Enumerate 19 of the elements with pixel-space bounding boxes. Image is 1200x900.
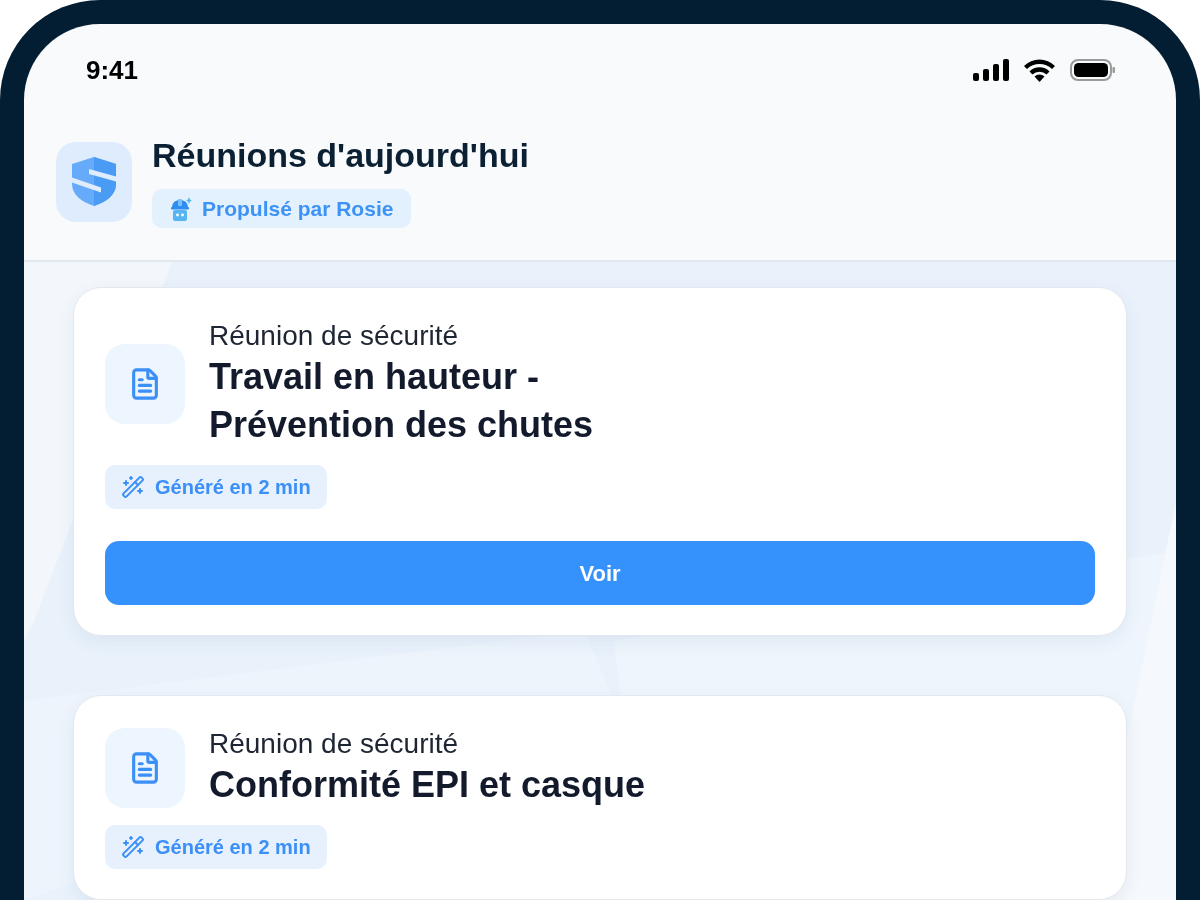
meeting-category: Réunion de sécurité [209,727,460,761]
view-button[interactable]: Voir [105,541,1095,605]
meeting-title: Travail en hauteur - Prévention des chutes [209,355,595,447]
signal-icon [973,59,1009,81]
meeting-title: Conformité EPI et casque [209,763,646,807]
battery-icon [1070,59,1115,81]
page-title: Réunions d'aujourd'hui [152,135,529,175]
powered-by-text: Propulsé par Rosie [202,195,394,222]
document-icon [105,344,185,424]
meeting-category: Réunion de sécurité [209,319,460,353]
status-time: 9:41 [86,53,139,87]
magic-wand-icon [121,475,145,499]
robot-icon [170,196,192,221]
generated-time: Généré en 2 min [155,475,311,500]
wifi-icon [1022,58,1057,82]
magic-wand-icon [121,835,145,859]
shield-logo-icon [56,141,132,222]
document-icon [105,728,185,808]
generated-time: Généré en 2 min [155,835,311,860]
